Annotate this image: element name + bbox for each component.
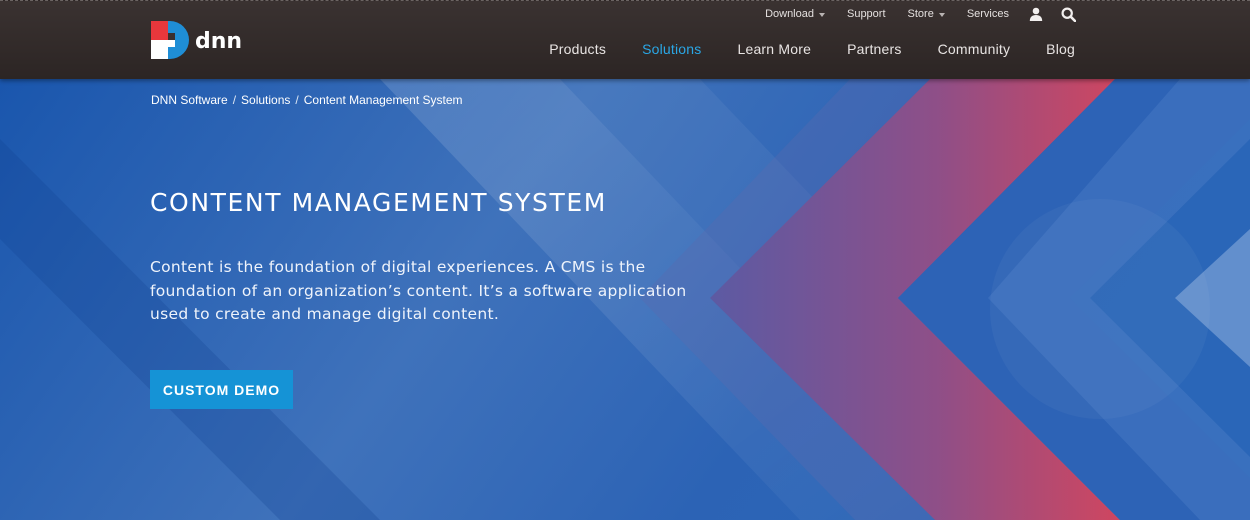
- logo-wordmark: dnn: [195, 28, 243, 54]
- breadcrumb-link-solutions[interactable]: Solutions: [241, 93, 290, 107]
- user-icon[interactable]: [1029, 7, 1043, 21]
- nav-partners[interactable]: Partners: [847, 41, 902, 57]
- util-store-label: Store: [907, 8, 934, 20]
- chevron-down-icon: [938, 12, 945, 17]
- dnn-logo[interactable]: dnn: [151, 21, 242, 59]
- breadcrumb-current: Content Management System: [303, 93, 463, 107]
- util-services-link[interactable]: Services: [967, 8, 1009, 20]
- nav-learn-more[interactable]: Learn More: [737, 41, 811, 57]
- search-icon[interactable]: [1061, 6, 1076, 22]
- util-store-link[interactable]: Store: [908, 8, 945, 20]
- page: dnn Download Support Store Services Prod…: [0, 0, 1250, 520]
- utility-nav: Download Support Store Services: [765, 6, 1076, 22]
- hero-section: DNN Software / Solutions / Content Manag…: [0, 79, 1250, 520]
- nav-blog[interactable]: Blog: [1046, 41, 1075, 57]
- custom-demo-button[interactable]: CUSTOM DEMO: [150, 370, 293, 409]
- breadcrumb-link-dnn-software[interactable]: DNN Software: [151, 93, 228, 107]
- util-support-link[interactable]: Support: [847, 8, 886, 20]
- nav-products[interactable]: Products: [549, 41, 606, 57]
- nav-community[interactable]: Community: [938, 41, 1011, 57]
- util-services-label: Services: [966, 8, 1009, 20]
- hero-description: Content is the foundation of digital exp…: [150, 258, 687, 323]
- chevron-down-icon: [818, 12, 825, 17]
- util-support-label: Support: [846, 8, 886, 20]
- dnn-logo-icon: [151, 21, 189, 59]
- nav-solutions[interactable]: Solutions: [642, 41, 701, 57]
- breadcrumb-separator: /: [232, 93, 237, 107]
- main-nav: Products Solutions Learn More Partners C…: [549, 41, 1075, 57]
- breadcrumb: DNN Software / Solutions / Content Manag…: [151, 93, 463, 107]
- page-title: CONTENT MANAGEMENT SYSTEM: [150, 188, 607, 217]
- util-download-link[interactable]: Download: [765, 8, 825, 20]
- site-header: dnn Download Support Store Services Prod…: [0, 0, 1250, 79]
- breadcrumb-separator: /: [295, 93, 299, 107]
- util-download-label: Download: [765, 8, 814, 20]
